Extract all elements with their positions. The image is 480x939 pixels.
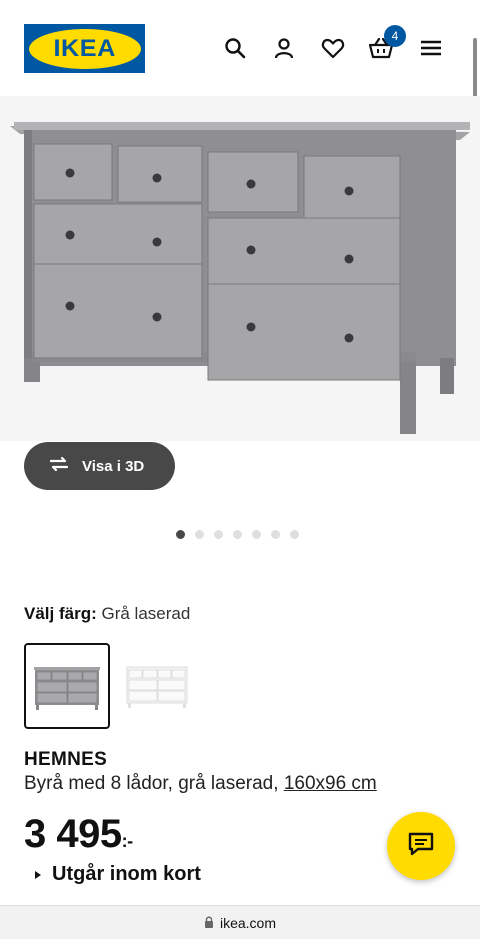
heart-icon[interactable] bbox=[319, 34, 347, 62]
dresser-illustration bbox=[10, 122, 470, 434]
cart-count-badge: 4 bbox=[384, 25, 406, 47]
color-selector-label: Välj färg: Grå laserad bbox=[24, 604, 190, 624]
color-label: Välj färg: bbox=[24, 604, 97, 623]
chat-button[interactable] bbox=[387, 812, 455, 880]
menu-icon[interactable] bbox=[417, 34, 445, 62]
availability-text: Utgår inom kort bbox=[52, 863, 201, 885]
carousel-dot[interactable] bbox=[195, 530, 204, 539]
caret-right-icon bbox=[34, 863, 42, 886]
white-dresser-thumbnail bbox=[126, 666, 188, 708]
scrollbar[interactable] bbox=[473, 38, 477, 100]
header: IKEA 4 bbox=[0, 0, 480, 100]
price-suffix: :- bbox=[121, 831, 134, 851]
carousel-dot[interactable] bbox=[290, 530, 299, 539]
view-in-3d-button[interactable]: Visa i 3D bbox=[24, 442, 175, 490]
price-amount: 3 495 bbox=[24, 812, 122, 856]
product-name: HEMNES bbox=[24, 749, 108, 770]
url-text: ikea.com bbox=[219, 914, 277, 931]
color-value: Grå laserad bbox=[101, 604, 191, 623]
color-option-gray[interactable] bbox=[24, 643, 110, 729]
logo-text: IKEA bbox=[53, 34, 116, 62]
product-image[interactable] bbox=[0, 96, 480, 441]
carousel-dot[interactable] bbox=[252, 530, 261, 539]
ikea-logo[interactable]: IKEA bbox=[24, 24, 145, 73]
carousel-dot[interactable] bbox=[214, 530, 223, 539]
account-icon[interactable] bbox=[270, 34, 298, 62]
gray-dresser-thumbnail bbox=[34, 667, 100, 710]
image-carousel-dots bbox=[176, 530, 299, 539]
chat-icon bbox=[408, 832, 434, 861]
color-option-white[interactable] bbox=[116, 643, 202, 729]
browser-url-bar[interactable]: ikea.com bbox=[0, 905, 480, 939]
search-icon[interactable] bbox=[221, 34, 249, 62]
rotate-3d-icon bbox=[46, 455, 72, 477]
carousel-dot[interactable] bbox=[176, 530, 185, 539]
product-description-text: Byrå med 8 lådor, grå laserad, bbox=[24, 773, 279, 794]
product-size-link[interactable]: 160x96 cm bbox=[284, 773, 377, 794]
carousel-dot[interactable] bbox=[233, 530, 242, 539]
view-in-3d-label: Visa i 3D bbox=[82, 457, 145, 475]
logo-oval: IKEA bbox=[28, 28, 141, 69]
carousel-dot[interactable] bbox=[271, 530, 280, 539]
availability-toggle[interactable]: Utgår inom kort bbox=[34, 863, 201, 886]
product-description: Byrå med 8 lådor, grå laserad, 160x96 cm bbox=[24, 773, 377, 795]
lock-icon bbox=[204, 915, 214, 931]
product-price: 3 495:- bbox=[24, 812, 133, 857]
